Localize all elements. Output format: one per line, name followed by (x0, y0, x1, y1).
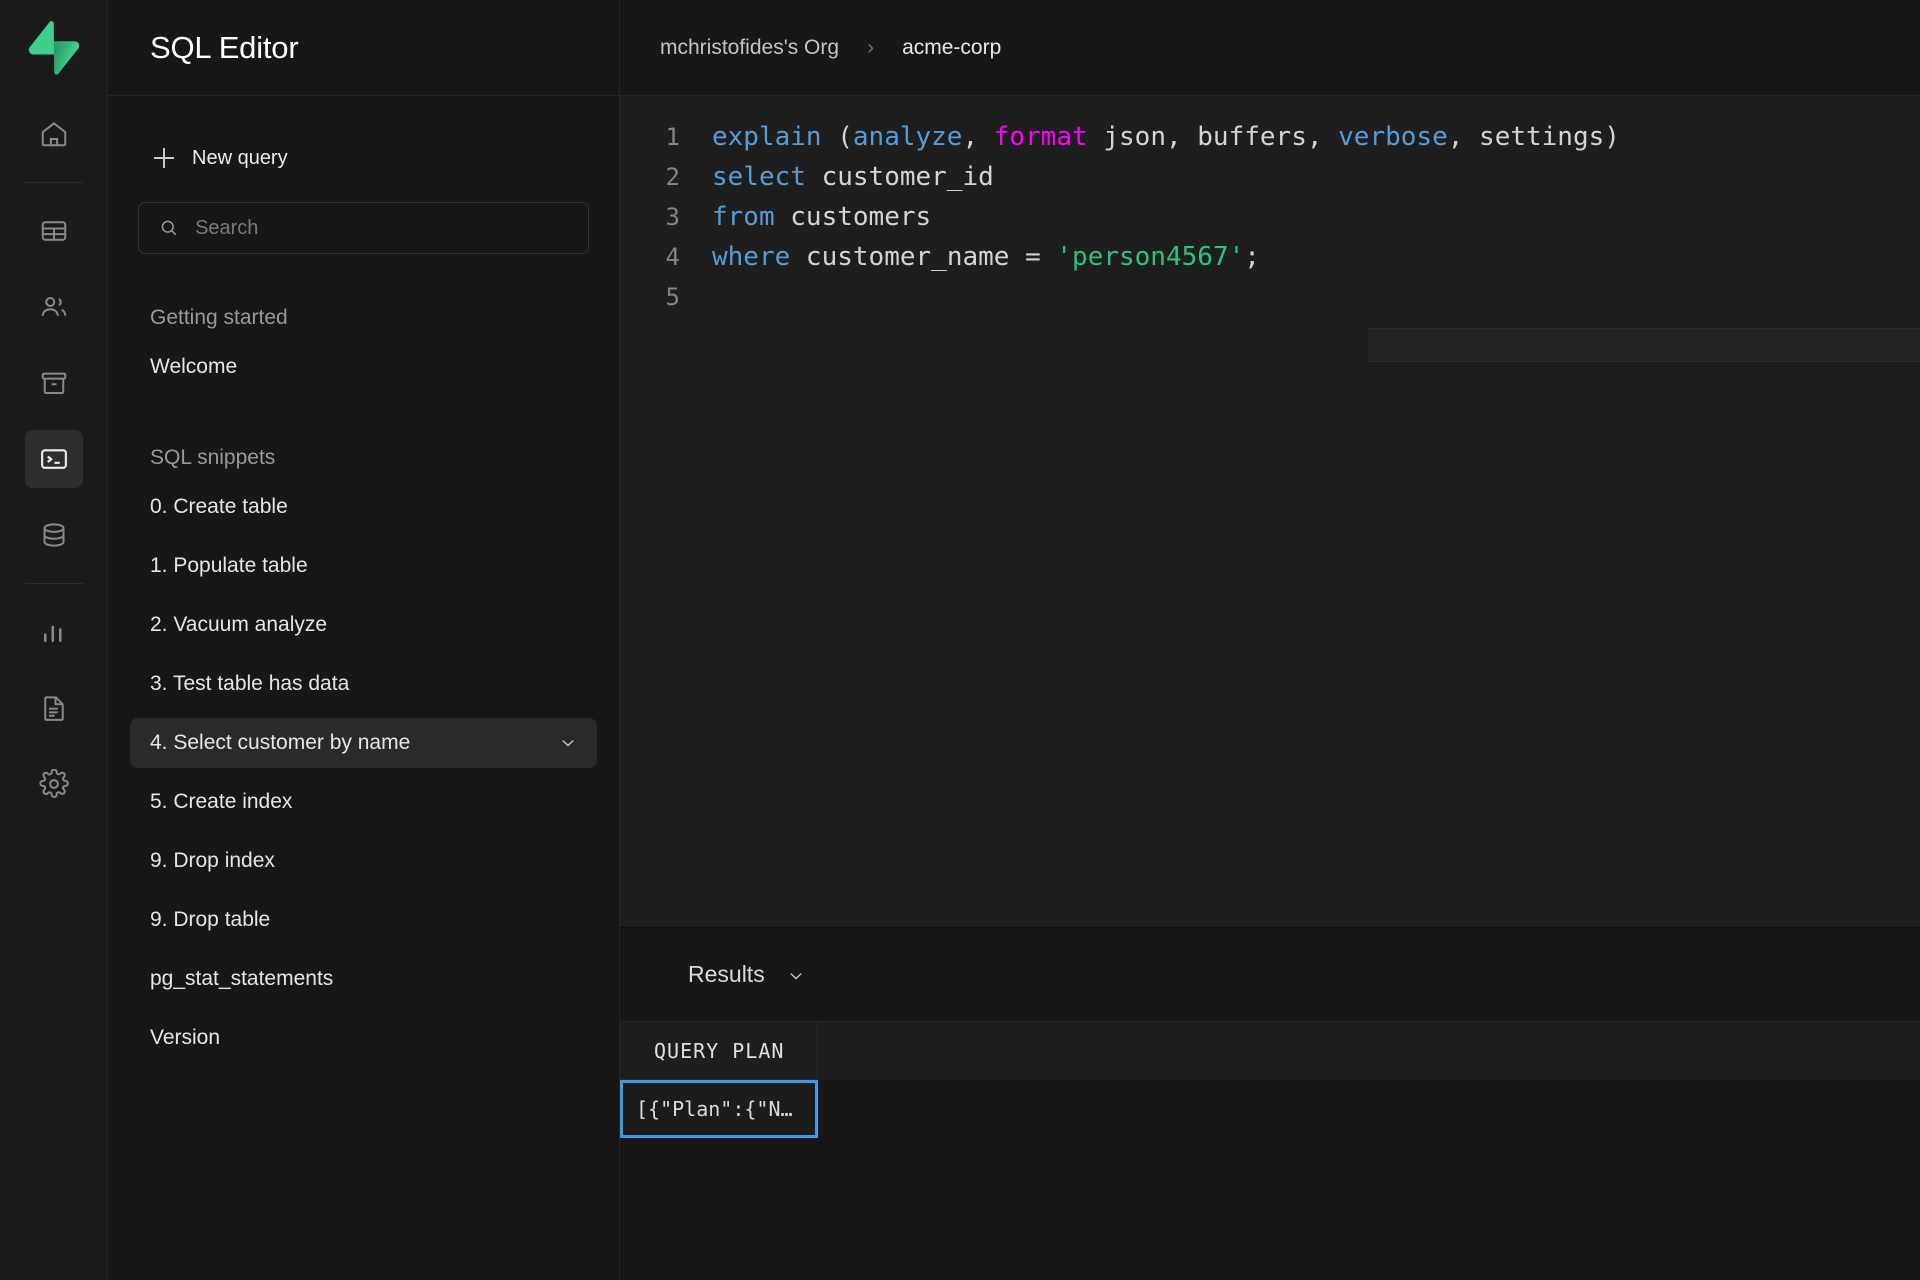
logs-icon (43, 696, 64, 721)
list-item-label: 5. Create index (150, 790, 293, 813)
database-icon (43, 523, 64, 547)
sidebar-item-logs[interactable] (25, 679, 83, 737)
sidebar-item-settings[interactable] (25, 755, 83, 813)
app-root: SQL Editor New query Getting started (0, 0, 1920, 1280)
column-header-query-plan[interactable]: QUERY PLAN (620, 1022, 818, 1079)
code-text: select customer_id (712, 162, 994, 192)
sidebar-item-reports[interactable] (25, 603, 83, 661)
sidebar-item-authentication[interactable] (25, 278, 83, 336)
section-label-getting-started: Getting started (150, 306, 288, 329)
list-item-label: Welcome (150, 355, 238, 378)
list-item[interactable]: 0. Create table (130, 482, 597, 532)
code-line: 4 where customer_name = 'person4567'; (620, 237, 1920, 277)
code-line-active: 5 (620, 277, 1920, 317)
group-sql-snippets: SQL snippets 0. Create table 1. Populate… (108, 438, 619, 1063)
table-editor-icon (41, 221, 66, 241)
table-row: [{"Plan":{"N… (620, 1080, 1920, 1138)
sidebar-item-home[interactable] (25, 105, 83, 163)
new-query-label: New query (192, 146, 288, 169)
main-area: mchristofides's Org › acme-corp 1 explai… (620, 0, 1920, 1280)
list-item-label: Version (150, 1026, 221, 1049)
authentication-icon (41, 297, 66, 316)
reports-icon (43, 625, 61, 642)
rail-divider-1 (24, 182, 83, 183)
breadcrumb: mchristofides's Org › acme-corp (620, 0, 1920, 96)
list-item[interactable]: Version (130, 1013, 597, 1063)
getting-started-list: Welcome (108, 342, 619, 392)
code-text: where customer_name = 'person4567'; (712, 242, 1260, 272)
chevron-down-icon[interactable] (787, 966, 805, 984)
sidebar-item-sql-editor[interactable] (24, 430, 83, 488)
code-text: explain (analyze, format json, buffers, … (712, 122, 1620, 152)
sql-code-editor[interactable]: 1 explain (analyze, format json, buffers… (620, 96, 1920, 928)
sidebar-header: SQL Editor (108, 0, 619, 96)
list-item-label: 9. Drop table (150, 908, 271, 931)
home-icon (41, 122, 66, 147)
sql-editor-sidebar: SQL Editor New query Getting started (108, 0, 620, 1280)
breadcrumb-project[interactable]: acme-corp (902, 36, 1001, 60)
chevron-down-icon[interactable] (559, 734, 577, 752)
supabase-logo[interactable] (0, 0, 107, 96)
code-line: 3 from customers (620, 197, 1920, 237)
gear-icon (38, 769, 69, 798)
rail-divider-2 (24, 583, 83, 584)
breadcrumb-separator-icon: › (867, 35, 875, 59)
breadcrumb-org[interactable]: mchristofides's Org (660, 36, 839, 60)
line-number: 2 (665, 163, 680, 191)
list-item[interactable]: 9. Drop table (130, 895, 597, 945)
results-header[interactable]: Results (620, 928, 1920, 1022)
row-filler (818, 1080, 1920, 1138)
results-grid-header: QUERY PLAN (620, 1022, 1920, 1080)
search-input[interactable] (195, 216, 568, 240)
sidebar-item-database[interactable] (25, 506, 83, 564)
search-icon (161, 220, 177, 236)
storage-icon (41, 372, 66, 394)
page-title: SQL Editor (150, 29, 299, 65)
line-number: 1 (665, 123, 680, 151)
list-item-label: 4. Select customer by name (150, 731, 411, 754)
list-item[interactable]: 3. Test table has data (130, 659, 597, 709)
sidebar-body: New query Getting started Welcome (108, 96, 619, 1280)
sidebar-item-storage[interactable] (25, 354, 83, 412)
list-item[interactable]: pg_stat_statements (130, 954, 597, 1004)
list-item-label: 3. Test table has data (150, 672, 350, 695)
list-item[interactable]: 2. Vacuum analyze (130, 600, 597, 650)
list-item-label: 0. Create table (150, 495, 288, 518)
plus-icon (154, 148, 174, 168)
primary-nav-rail (0, 0, 108, 1280)
supabase-logo-icon (28, 21, 79, 75)
line-number: 3 (665, 203, 680, 231)
list-item-selected[interactable]: 4. Select customer by name (130, 718, 597, 768)
cell-query-plan[interactable]: [{"Plan":{"N… (620, 1080, 818, 1138)
results-panel: Results QUERY PLAN [{"Plan":{"N… (620, 928, 1920, 1280)
sql-snippets-list: 0. Create table 1. Populate table 2. Vac… (108, 482, 619, 1063)
list-item[interactable]: Welcome (130, 342, 597, 392)
list-item-label: 1. Populate table (150, 554, 308, 577)
sidebar-item-table-editor[interactable] (25, 202, 83, 260)
search-box[interactable] (138, 202, 589, 254)
column-header-filler (818, 1022, 1920, 1080)
code-line: 2 select customer_id (620, 157, 1920, 197)
code-line: 1 explain (analyze, format json, buffers… (620, 117, 1920, 157)
sql-editor-icon (40, 449, 67, 469)
list-item[interactable]: 1. Populate table (130, 541, 597, 591)
code-text: from customers (712, 202, 932, 232)
new-query-button[interactable]: New query (108, 136, 619, 180)
results-label: Results (688, 961, 765, 987)
list-item[interactable]: 9. Drop index (130, 836, 597, 886)
list-item[interactable]: 5. Create index (130, 777, 597, 827)
code-content: 1 explain (analyze, format json, buffers… (620, 96, 1920, 317)
list-item-label: pg_stat_statements (150, 967, 334, 990)
line-number: 4 (665, 243, 680, 271)
section-label-sql-snippets: SQL snippets (150, 446, 276, 469)
results-grid[interactable]: QUERY PLAN [{"Plan":{"N… (620, 1022, 1920, 1280)
search-wrapper (108, 180, 619, 254)
active-line-highlight (1368, 328, 1920, 362)
list-item-label: 9. Drop index (150, 849, 275, 872)
line-number: 5 (665, 283, 680, 311)
rail-items (0, 96, 107, 822)
list-item-label: 2. Vacuum analyze (150, 613, 328, 636)
group-getting-started: Getting started Welcome (108, 298, 619, 392)
